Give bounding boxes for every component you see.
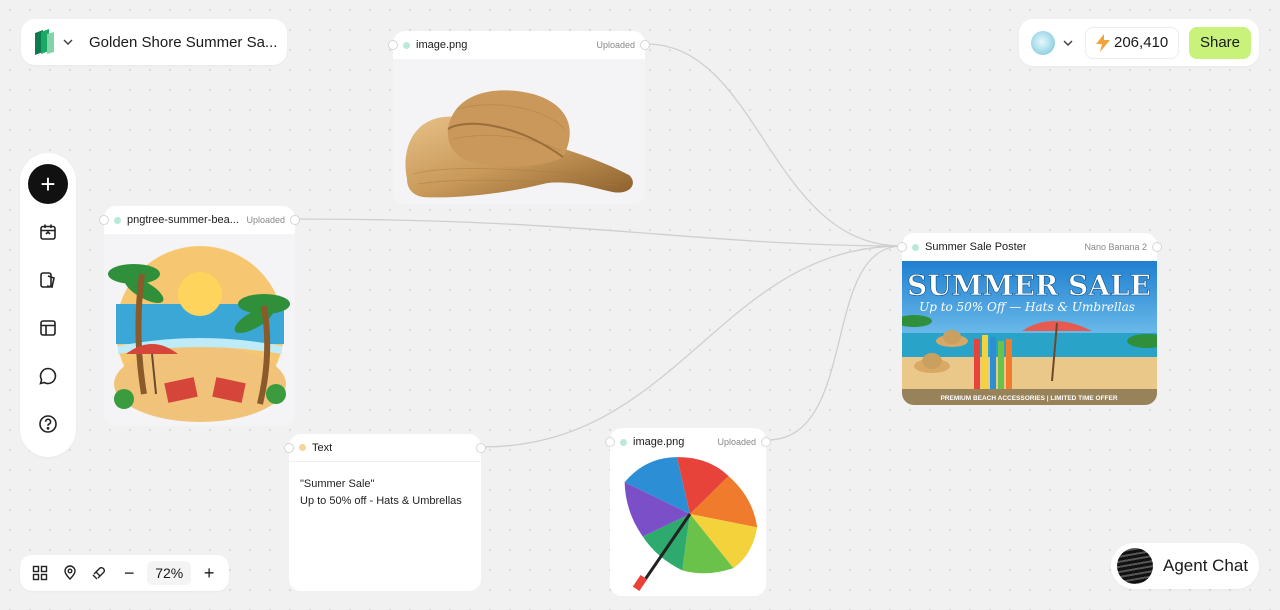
magnet-icon[interactable] — [88, 560, 112, 586]
node-title: pngtree-summer-bea... — [127, 214, 239, 226]
status-dot — [299, 444, 306, 451]
image-node-beach[interactable]: pngtree-summer-bea... Uploaded — [99, 206, 300, 426]
umbrella-image — [610, 456, 766, 596]
hat-image — [393, 59, 645, 204]
node-title: Summer Sale Poster — [925, 241, 1027, 253]
edge-umbrella-to-poster — [766, 245, 903, 441]
beach-illustration — [104, 234, 295, 426]
poster-headline: SUMMER SALE — [907, 269, 1151, 302]
input-port[interactable] — [388, 40, 398, 50]
edge-hat-to-poster — [645, 43, 903, 247]
input-port[interactable] — [897, 242, 907, 252]
poster-subhead: Up to 50% Off — Hats & Umbrellas — [919, 300, 1135, 314]
edge-text-to-poster — [481, 245, 903, 448]
project-title[interactable]: Golden Shore Summer Sa... — [89, 34, 277, 51]
layout-icon[interactable] — [28, 308, 68, 348]
calendar-icon[interactable] — [28, 212, 68, 252]
zoom-level[interactable]: 72% — [147, 561, 192, 585]
node-title: Text — [312, 441, 333, 454]
credits-value: 206,410 — [1114, 34, 1169, 51]
node-status-tag: Uploaded — [246, 215, 285, 225]
output-port[interactable] — [290, 215, 300, 225]
edge-beach-to-poster — [294, 218, 903, 247]
text-content[interactable]: "Summer Sale" Up to 50% off - Hats & Umb… — [289, 462, 481, 524]
agent-chat-label: Agent Chat — [1163, 556, 1249, 575]
status-dot — [114, 216, 121, 224]
share-button[interactable]: Share — [1188, 26, 1251, 59]
location-pin-icon[interactable] — [58, 560, 82, 586]
input-port[interactable] — [605, 437, 615, 447]
output-port[interactable] — [761, 437, 771, 447]
poster-footer: PREMIUM BEACH ACCESSORIES | LIMITED TIME… — [940, 395, 1117, 402]
model-tag: Nano Banana 2 — [1084, 242, 1147, 252]
assets-icon[interactable] — [28, 260, 68, 300]
output-port[interactable] — [1152, 242, 1162, 252]
node-title: image.png — [633, 436, 685, 448]
node-header: image.png Uploaded — [610, 428, 766, 456]
chevron-down-icon[interactable] — [1063, 39, 1073, 46]
chat-bubble-icon[interactable] — [28, 356, 68, 396]
text-line: "Summer Sale" — [300, 478, 375, 490]
project-bar: Golden Shore Summer Sa... — [21, 19, 287, 65]
node-status-tag: Uploaded — [596, 40, 635, 50]
poster-image: SUMMER SALE Up to 50% Off — Hats & Umbre… — [902, 261, 1157, 405]
output-port[interactable] — [640, 40, 650, 50]
status-dot — [403, 41, 410, 49]
node-title: image.png — [416, 39, 468, 51]
credits-counter[interactable]: 206,410 — [1085, 26, 1180, 59]
node-header: Text — [289, 434, 481, 462]
layers-logo-icon[interactable] — [33, 29, 55, 55]
status-dot — [620, 438, 627, 446]
zoom-in-button[interactable]: + — [197, 560, 221, 586]
chevron-down-icon[interactable] — [63, 39, 73, 45]
left-toolbar: + — [20, 153, 76, 457]
status-dot — [912, 243, 919, 251]
output-port[interactable] — [476, 443, 486, 453]
agent-chat-button[interactable]: Agent Chat — [1111, 543, 1259, 589]
image-node-hat[interactable]: image.png Uploaded — [388, 31, 650, 204]
text-node[interactable]: Text "Summer Sale" Up to 50% off - Hats … — [284, 434, 486, 591]
generator-node-poster[interactable]: Summer Sale Poster Nano Banana 2 SUMMER … — [897, 233, 1162, 405]
image-node-umbrella[interactable]: image.png Uploaded — [605, 428, 771, 596]
lightning-icon — [1096, 33, 1110, 52]
node-header: image.png Uploaded — [393, 31, 645, 59]
node-status-tag: Uploaded — [717, 437, 756, 447]
zoom-out-button[interactable]: − — [117, 560, 141, 586]
add-icon[interactable]: + — [28, 164, 68, 204]
zoom-toolbar: − 72% + — [20, 555, 229, 591]
text-line: Up to 50% off - Hats & Umbrellas — [300, 495, 462, 507]
user-avatar[interactable] — [1031, 30, 1055, 55]
input-port[interactable] — [99, 215, 109, 225]
help-icon[interactable] — [28, 404, 68, 444]
grid-icon[interactable] — [28, 560, 52, 586]
input-port[interactable] — [284, 443, 294, 453]
agent-avatar — [1117, 548, 1153, 584]
account-bar: 206,410 Share — [1019, 19, 1259, 66]
node-header: pngtree-summer-bea... Uploaded — [104, 206, 295, 234]
node-header: Summer Sale Poster Nano Banana 2 — [902, 233, 1157, 261]
